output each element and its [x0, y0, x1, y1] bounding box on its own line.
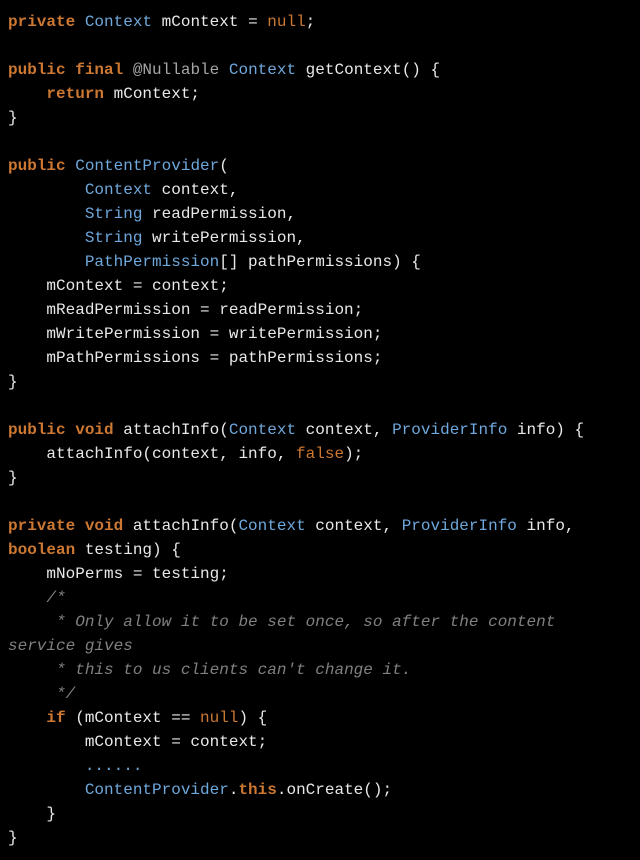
text: attachInfo( [133, 517, 239, 535]
code-block: private Context mContext = null; public … [8, 10, 632, 850]
indent [8, 445, 46, 463]
type: PathPermission [85, 253, 219, 271]
type: Context [85, 13, 152, 31]
text [219, 61, 229, 79]
text: testing) { [75, 541, 181, 559]
text: getContext() { [296, 61, 440, 79]
type: ProviderInfo [402, 517, 517, 535]
line: } [8, 373, 18, 391]
text: .onCreate(); [277, 781, 392, 799]
indent [8, 757, 85, 775]
line: private Context mContext = null; [8, 13, 315, 31]
text: ) { [238, 709, 267, 727]
keyword: final [66, 61, 133, 79]
line: return mContext; [8, 85, 200, 103]
line: } [8, 469, 18, 487]
text: (mContext == [66, 709, 200, 727]
text: context, [152, 181, 238, 199]
indent [8, 781, 85, 799]
line: public ContentProvider( [8, 157, 229, 175]
indent [8, 205, 85, 223]
line: mContext = context; [8, 733, 267, 751]
comment: * Only allow it to be set once, so after… [8, 613, 565, 655]
type: ContentProvider [75, 157, 219, 175]
text: ); [344, 445, 363, 463]
type: Context [238, 517, 305, 535]
text: info) { [507, 421, 584, 439]
literal: null [200, 709, 238, 727]
type: Context [229, 421, 296, 439]
ellipsis: ...... [85, 757, 143, 775]
keyword: public [8, 157, 66, 175]
line: if (mContext == null) { [8, 709, 267, 727]
keyword: public [8, 61, 66, 79]
text: context, [306, 517, 402, 535]
keyword: if [46, 709, 65, 727]
keyword: private [8, 13, 75, 31]
keyword: public [8, 421, 66, 439]
text: attachInfo( [123, 421, 229, 439]
text: [] pathPermissions) { [219, 253, 421, 271]
literal: false [296, 445, 344, 463]
keyword: private [8, 517, 75, 535]
indent [8, 709, 46, 727]
text: mContext = [152, 13, 267, 31]
line: mPathPermissions = pathPermissions; [8, 349, 382, 367]
text: context, [296, 421, 392, 439]
type: String [85, 205, 143, 223]
text: attachInfo(context, info, [46, 445, 296, 463]
keyword: void [66, 421, 124, 439]
text: ; [306, 13, 316, 31]
text: . [229, 781, 239, 799]
line: Context context, [8, 181, 238, 199]
line: public void attachInfo(Context context, … [8, 421, 584, 439]
keyword: this [238, 781, 276, 799]
type: String [85, 229, 143, 247]
line: } [8, 805, 56, 823]
keyword: void [75, 517, 133, 535]
line: mReadPermission = readPermission; [8, 301, 363, 319]
text: ( [219, 157, 229, 175]
line: } [8, 109, 18, 127]
comment: */ [8, 685, 75, 703]
indent [8, 181, 85, 199]
keyword: return [46, 85, 104, 103]
line: } [8, 829, 18, 847]
comment: /* [8, 589, 66, 607]
line: ContentProvider.this.onCreate(); [8, 781, 392, 799]
line: mWritePermission = writePermission; [8, 325, 382, 343]
line: private void attachInfo(Context context,… [8, 517, 584, 559]
line: attachInfo(context, info, false); [8, 445, 363, 463]
line: mNoPerms = testing; [8, 565, 229, 583]
literal: null [267, 13, 305, 31]
line: String readPermission, [8, 205, 296, 223]
annotation: @Nullable [133, 61, 219, 79]
line: public final @Nullable Context getContex… [8, 61, 440, 79]
indent [8, 253, 85, 271]
text: info, [517, 517, 584, 535]
line: String writePermission, [8, 229, 306, 247]
comment: * this to us clients can't change it. [8, 661, 411, 679]
type: Context [85, 181, 152, 199]
type: ContentProvider [85, 781, 229, 799]
text: mContext; [104, 85, 200, 103]
line: mContext = context; [8, 277, 229, 295]
type: Context [229, 61, 296, 79]
indent [8, 229, 85, 247]
type: ProviderInfo [392, 421, 507, 439]
text [66, 157, 76, 175]
text: readPermission, [142, 205, 296, 223]
line: ...... [8, 757, 142, 775]
indent [8, 85, 46, 103]
keyword: boolean [8, 541, 75, 559]
line: PathPermission[] pathPermissions) { [8, 253, 421, 271]
text: writePermission, [142, 229, 305, 247]
